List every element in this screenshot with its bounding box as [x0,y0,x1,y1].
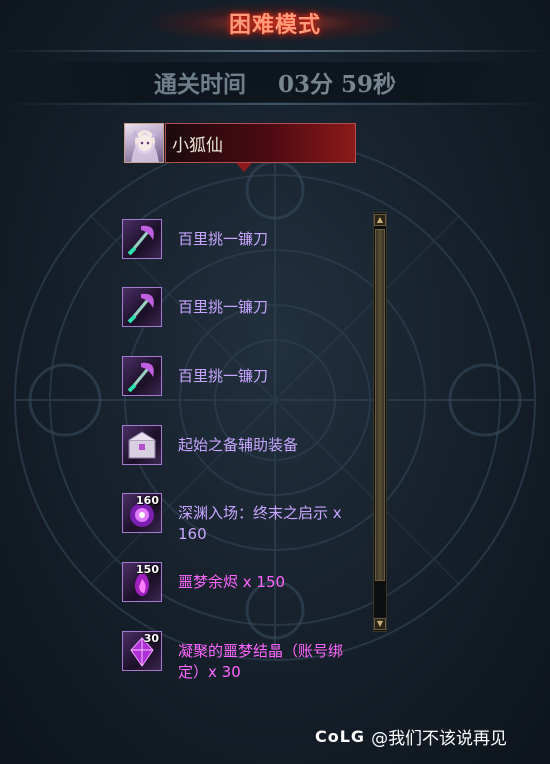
stack-count: 150 [136,563,159,576]
clear-time-row: 通关时间 03分 59秒 [0,62,550,102]
mode-title-banner: 困难模式 [150,4,400,42]
list-item[interactable]: 百里挑一镰刀 [122,356,362,400]
divider [0,50,550,52]
reward-name: 百里挑一镰刀 [178,230,269,248]
divider [0,103,550,105]
character-portrait-icon [131,130,159,162]
watermark-text: @我们不该说再见 [371,728,508,749]
stack-count: 30 [143,632,159,645]
list-item[interactable]: 百里挑一镰刀 [122,219,362,263]
reward-name: 凝聚的噩梦结晶（账号绑定）x 30 [178,642,344,681]
watermark: CoLG @我们不该说再见 [315,724,508,749]
pointer-arrow-icon [236,163,252,172]
reward-name: 百里挑一镰刀 [178,298,269,316]
ember-icon: 150 [122,562,162,602]
colg-logo: CoLG [315,726,366,746]
mode-title: 困难模式 [228,12,321,38]
scythe-icon [122,356,162,396]
clear-time-label: 通关时间 [153,71,246,98]
avatar [124,123,164,163]
reward-name: 深渊入场：终末之启示 x 160 [178,504,342,543]
list-item[interactable]: 150 噩梦余烬 x 150 [122,562,362,606]
player-name: 小狐仙 [172,135,223,156]
list-item[interactable]: 起始之备辅助装备 [122,425,362,469]
reward-list-scrollbar[interactable]: ▲ ▼ [373,212,387,632]
stack-count: 160 [136,494,159,507]
scroll-down-icon[interactable]: ▼ [374,618,386,630]
reward-name: 百里挑一镰刀 [178,367,269,385]
scythe-icon [122,287,162,327]
gear-box-icon [122,425,162,465]
list-item[interactable]: 160 深渊入场：终末之启示 x 160 [122,493,362,543]
reward-list: 百里挑一镰刀 百里挑一镰刀 百里挑一镰刀 起始之备辅助装备 160 深渊入场：终… [122,215,362,685]
crystal-icon: 30 [122,631,162,671]
clear-time-value: 03分 59秒 [277,71,397,98]
list-item[interactable]: 百里挑一镰刀 [122,287,362,331]
player-name-bar: 小狐仙 [165,123,356,163]
abyss-orb-icon: 160 [122,493,162,533]
player-card[interactable]: 小狐仙 [124,123,356,172]
reward-name: 起始之备辅助装备 [178,436,299,454]
scythe-icon [122,219,162,259]
scroll-up-icon[interactable]: ▲ [374,214,386,226]
scroll-thumb[interactable] [375,229,385,581]
list-item[interactable]: 30 凝聚的噩梦结晶（账号绑定）x 30 [122,631,362,681]
reward-name: 噩梦余烬 x 150 [178,573,286,591]
